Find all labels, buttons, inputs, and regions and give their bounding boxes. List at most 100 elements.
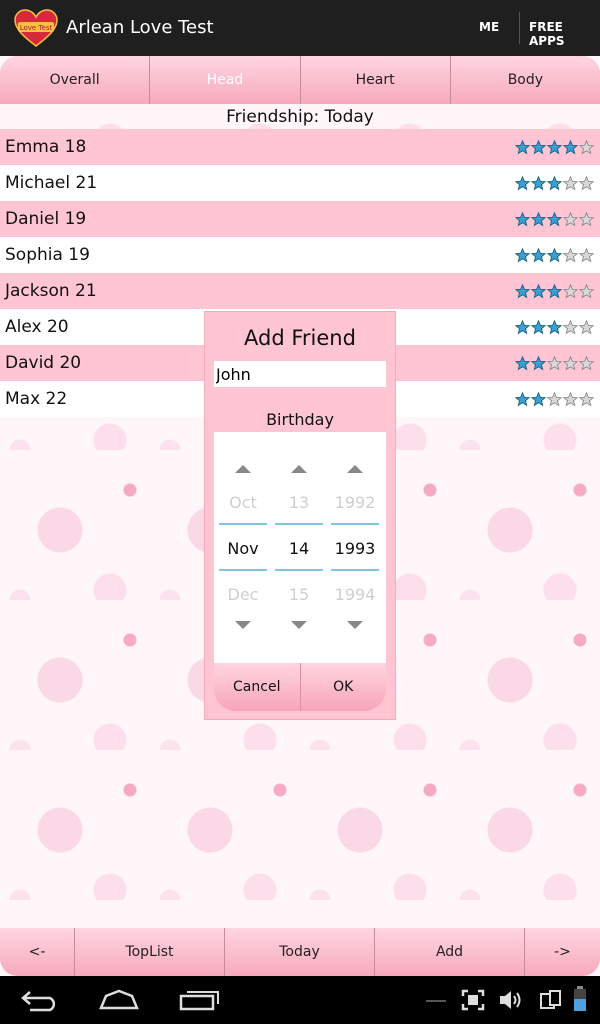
star-filled-icon [547,319,562,334]
star-empty-icon [547,391,562,406]
actionbar-divider [519,12,520,44]
toplist-button[interactable]: TopList [75,928,225,976]
star-filled-icon [531,283,546,298]
ok-button[interactable]: OK [300,663,386,711]
star-rating [515,139,594,155]
star-empty-icon [563,355,578,370]
month-next[interactable]: Dec [219,585,267,604]
prev-button[interactable]: <- [0,928,75,976]
year-up-arrow-icon[interactable] [347,465,363,473]
star-filled-icon [563,139,578,154]
star-filled-icon [515,139,530,154]
logo-text: Love Test [20,24,53,32]
star-filled-icon [515,211,530,226]
cancel-button[interactable]: Cancel [214,663,301,711]
star-filled-icon [547,211,562,226]
day-up-arrow-icon[interactable] [291,465,307,473]
tab-heart[interactable]: Heart [300,56,451,104]
day-next[interactable]: 15 [275,585,323,604]
star-empty-icon [563,391,578,406]
app-logo-icon: Love Test [14,9,58,47]
day-picker[interactable]: 13 14 15 [275,432,323,663]
picker-divider [219,523,267,525]
friend-name: Sophia 19 [5,245,90,265]
screenshot-icon [461,989,485,1011]
birthday-label: Birthday [266,410,334,429]
star-empty-icon [563,247,578,262]
friend-name-input[interactable] [214,361,386,387]
star-filled-icon [515,355,530,370]
year-down-arrow-icon[interactable] [347,621,363,629]
tab-head[interactable]: Head [150,56,301,104]
list-item[interactable]: Emma 18 [0,129,600,165]
year-next[interactable]: 1994 [331,585,379,604]
battery-icon [574,986,586,1011]
bottom-toolbar: <- TopList Today Add -> [0,928,600,976]
list-header: Friendship: Today [226,107,374,127]
dialog-title: Add Friend [244,326,356,350]
add-button[interactable]: Add [375,928,525,976]
picker-divider [275,569,323,571]
month-current[interactable]: Nov [219,539,267,558]
picker-divider [331,569,379,571]
category-tabs: Overall Head Heart Body [0,56,600,104]
month-picker[interactable]: Oct Nov Dec [219,432,267,663]
star-rating [515,355,594,371]
star-empty-icon [579,391,594,406]
star-empty-icon [579,319,594,334]
rotation-icon [540,990,561,1009]
date-picker: Oct Nov Dec 13 14 15 1992 1993 1994 [214,432,386,663]
star-filled-icon [531,247,546,262]
month-prev[interactable]: Oct [219,493,267,512]
day-current[interactable]: 14 [275,539,323,558]
home-icon[interactable] [98,988,140,1012]
recent-apps-icon[interactable] [178,988,222,1012]
star-filled-icon [547,175,562,190]
menu-dash-icon [426,1000,446,1002]
friend-name: Michael 21 [5,173,98,193]
year-prev[interactable]: 1992 [331,493,379,512]
day-down-arrow-icon[interactable] [291,621,307,629]
friend-name: Emma 18 [5,137,87,157]
star-empty-icon [563,175,578,190]
day-prev[interactable]: 13 [275,493,323,512]
friend-name: David 20 [5,353,82,373]
list-item[interactable]: Jackson 21 [0,273,600,309]
star-empty-icon [579,355,594,370]
list-item[interactable]: Sophia 19 [0,237,600,273]
star-filled-icon [547,283,562,298]
month-down-arrow-icon[interactable] [235,621,251,629]
star-filled-icon [531,355,546,370]
app-title: Arlean Love Test [66,17,214,38]
star-empty-icon [579,247,594,262]
star-rating [515,175,594,191]
month-up-arrow-icon[interactable] [235,465,251,473]
tab-body[interactable]: Body [450,56,600,104]
star-empty-icon [563,319,578,334]
star-rating [515,247,594,263]
star-rating [515,391,594,407]
today-button[interactable]: Today [225,928,375,976]
next-button[interactable]: -> [525,928,600,976]
star-empty-icon [579,175,594,190]
friend-name: Max 22 [5,389,68,409]
dialog-buttons: Cancel OK [214,663,386,711]
star-filled-icon [531,175,546,190]
star-filled-icon [547,139,562,154]
star-filled-icon [531,139,546,154]
list-item[interactable]: Daniel 19 [0,201,600,237]
picker-divider [331,523,379,525]
star-rating [515,319,594,335]
volume-icon [500,991,521,1009]
star-filled-icon [547,247,562,262]
tab-overall[interactable]: Overall [0,56,151,104]
star-empty-icon [563,283,578,298]
year-picker[interactable]: 1992 1993 1994 [331,432,379,663]
star-filled-icon [515,319,530,334]
me-button[interactable]: ME [479,20,499,34]
free-apps-button[interactable]: FREE APPS [529,20,600,48]
star-filled-icon [515,247,530,262]
year-current[interactable]: 1993 [331,539,379,558]
list-item[interactable]: Michael 21 [0,165,600,201]
back-icon[interactable] [20,988,62,1012]
